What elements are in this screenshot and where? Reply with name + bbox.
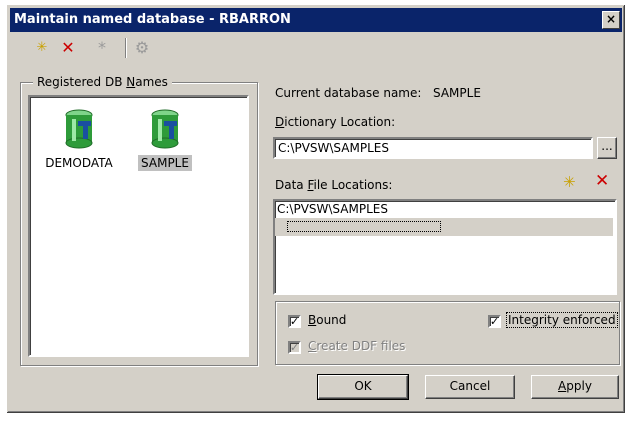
db-item-sample[interactable]: SAMPLE xyxy=(126,109,204,171)
cancel-button[interactable]: Cancel xyxy=(425,375,515,399)
toolbar-separator xyxy=(125,38,127,58)
delete-icon[interactable]: ✕ xyxy=(57,37,79,59)
close-button[interactable]: × xyxy=(602,11,620,29)
dictionary-location-input[interactable]: C:\PVSW\SAMPLES xyxy=(273,137,593,159)
database-icon xyxy=(150,109,180,149)
registered-db-group: Registered DB Names DEMODATA SAMPLE xyxy=(20,75,258,366)
integrity-checkbox[interactable]: ✓ xyxy=(488,315,501,328)
data-file-locations-list[interactable]: C:\PVSW\SAMPLES xyxy=(273,199,617,295)
edit-placeholder xyxy=(287,221,441,232)
current-db-label: Current database name: xyxy=(275,86,422,100)
registered-db-legend: Registered DB Names xyxy=(33,75,172,89)
window-title: Maintain named database - RBARRON xyxy=(14,12,291,27)
toolbar: ✳ ✕ * ⚙ xyxy=(21,35,221,63)
dialog-window: Maintain named database - RBARRON × ✳ ✕ … xyxy=(6,4,626,414)
create-ddf-label: Create DDF files xyxy=(308,339,406,353)
database-icon xyxy=(64,109,94,149)
title-bar[interactable]: Maintain named database - RBARRON × xyxy=(10,8,622,32)
data-file-locations-label: Data File Locations: xyxy=(275,178,393,192)
new-icon[interactable]: ✳ xyxy=(31,37,53,59)
db-item-label: SAMPLE xyxy=(138,155,192,171)
add-location-icon[interactable]: ✳ xyxy=(563,173,576,191)
options-group: ✓ Bound ✓ Integrity enforced ✓ Create DD… xyxy=(275,301,620,365)
ok-button[interactable]: OK xyxy=(317,374,409,400)
delete-location-icon[interactable]: ✕ xyxy=(595,171,609,191)
gears-icon: ⚙ xyxy=(134,38,150,57)
new-entry-row[interactable] xyxy=(275,218,613,236)
browse-button[interactable]: ... xyxy=(597,137,617,159)
create-ddf-checkbox: ✓ xyxy=(288,341,301,354)
list-item[interactable]: C:\PVSW\SAMPLES xyxy=(277,202,388,216)
close-icon: × xyxy=(605,12,617,26)
bound-checkbox[interactable]: ✓ xyxy=(288,315,301,328)
db-item-label: DEMODATA xyxy=(45,156,113,170)
current-db-value: SAMPLE xyxy=(433,86,481,100)
bound-label: Bound xyxy=(308,313,347,327)
asterisk-icon: * xyxy=(98,38,106,57)
db-item-demodata[interactable]: DEMODATA xyxy=(40,109,118,171)
dictionary-location-label: Dictionary Location: xyxy=(275,115,396,129)
integrity-label: Integrity enforced xyxy=(506,312,618,328)
db-names-list[interactable]: DEMODATA SAMPLE xyxy=(28,95,249,357)
apply-button[interactable]: Apply xyxy=(531,375,619,399)
